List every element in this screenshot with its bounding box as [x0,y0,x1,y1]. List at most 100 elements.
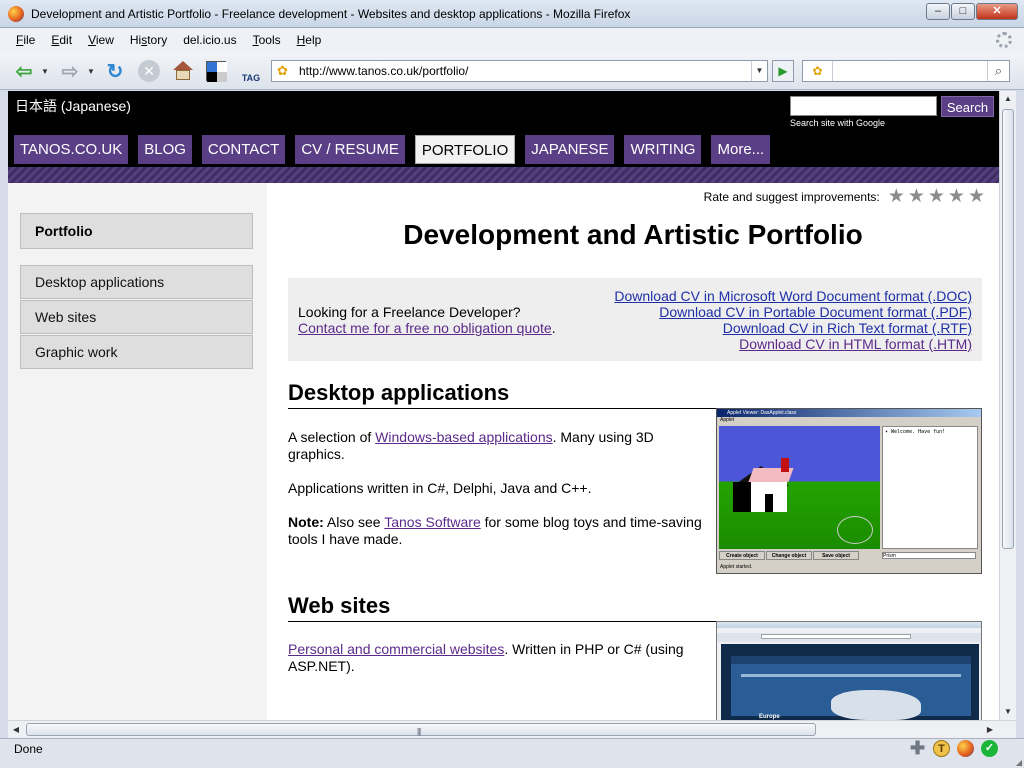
nav-tab-blog[interactable]: BLOG [138,135,192,164]
nav-tab-japanese[interactable]: JAPANESE [525,135,615,164]
scroll-down-icon[interactable]: ▼ [1000,704,1016,720]
applet-3d-scene [719,426,880,549]
vertical-scrollbar[interactable]: ▲ ▼ [999,91,1016,720]
nav-tab-writing[interactable]: WRITING [624,135,702,164]
sidebar-item-desktop-applications[interactable]: Desktop applications [20,265,253,299]
windows-applications-link[interactable]: Windows-based applications [375,429,552,445]
magnifier-icon[interactable]: ⌕ [987,61,1009,81]
websites-link[interactable]: Personal and commercial websites [288,641,504,657]
applet-screenshot[interactable]: Applet Viewer: DasApplet.class Applet ▾ … [716,408,982,574]
page-title: Development and Artistic Portfolio [403,219,863,250]
home-button[interactable] [170,58,196,84]
desktop-applications-heading: Desktop applications [288,380,716,409]
nav-tab-contact[interactable]: CONTACT [201,135,286,164]
t-icon[interactable]: T [933,740,950,757]
url-input[interactable] [299,64,739,78]
applet-save-object: Save object [813,551,859,560]
address-bar[interactable]: ✿ ▼ [271,60,768,82]
menu-view[interactable]: View [80,33,122,47]
scroll-up-icon[interactable]: ▲ [1000,91,1016,107]
close-button[interactable]: ✕ [976,3,1018,20]
maximize-button[interactable]: □ [951,3,975,20]
cta-box: Looking for a Freelance Developer? Conta… [288,278,982,361]
horizontal-scrollbar[interactable]: ◀ ||| ▶ [8,720,1016,738]
delicious-button[interactable] [204,58,228,84]
minimize-button[interactable]: – [926,3,950,20]
star-icon[interactable]: ★ [908,187,925,206]
scroll-left-icon[interactable]: ◀ [8,721,24,738]
check-icon[interactable]: ✓ [981,740,998,757]
sidebar-heading[interactable]: Portfolio [20,213,253,249]
web-shot-body: Europe [721,644,979,720]
vertical-scroll-thumb[interactable] [1002,109,1014,549]
stop-button[interactable]: ✕ [137,58,161,84]
menu-tools[interactable]: Tools [245,33,289,47]
download-cv-rtf-link[interactable]: Download CV in Rich Text format (.RTF) [723,320,972,336]
star-icon[interactable]: ★ [948,187,965,206]
applet-change-object: Change object [766,551,812,560]
browser-search-input[interactable] [837,64,985,78]
main-content: Rate and suggest improvements: ★ ★ ★ ★ ★… [267,183,999,720]
tag-icon: TAG [241,73,261,83]
nav-tab-tanos[interactable]: TANOS.CO.UK [14,135,129,164]
scroll-right-icon[interactable]: ▶ [982,721,998,738]
search-caption: Search site with Google [790,118,886,128]
forward-arrow-icon[interactable]: ⇨ [56,58,84,84]
web-sites-heading: Web sites [288,593,716,622]
menu-edit[interactable]: Edit [43,33,80,47]
sidebar-item-graphic-work[interactable]: Graphic work [20,335,253,369]
back-arrow-icon[interactable]: ⇦ [10,58,38,84]
site-header: 日本語 (Japanese) Search Search site with G… [8,91,999,167]
menu-file[interactable]: File [8,33,43,47]
download-cv-htm-link[interactable]: Download CV in HTML format (.HTM) [739,336,972,352]
delicious-icon [206,61,227,82]
desktop-p1-prefix: A selection of [288,429,376,445]
url-history-dropdown-icon[interactable]: ▼ [751,61,767,81]
firefox-status-icon[interactable] [957,740,974,757]
website-screenshot[interactable]: Europe [716,621,982,720]
applet-create-object: Create object [719,551,765,560]
menu-history[interactable]: History [122,33,175,47]
menu-delicious[interactable]: del.icio.us [175,33,244,47]
tanos-software-link[interactable]: Tanos Software [384,514,481,530]
nav-tab-portfolio[interactable]: PORTFOLIO [414,135,516,164]
header-stripe [8,167,999,183]
site-favicon-icon: ✿ [277,63,288,78]
nav-tab-more[interactable]: More... [711,135,771,164]
download-cv-doc-link[interactable]: Download CV in Microsoft Word Document f… [614,288,972,304]
resize-grip-icon[interactable]: ◢ [1016,758,1022,767]
applet-field: Prism [882,552,976,559]
applet-title-bar: Applet Viewer: DasApplet.class [717,409,981,417]
site-search-button[interactable]: Search [941,96,994,117]
applet-house [733,458,794,516]
desktop-p2: Applications written in C#, Delphi, Java… [288,480,592,496]
download-cv-pdf-link[interactable]: Download CV in Portable Document format … [659,304,972,320]
go-arrow-icon[interactable]: ▶ [772,60,794,82]
sidebar-item-web-sites[interactable]: Web sites [20,300,253,334]
rating-widget: Rate and suggest improvements: ★ ★ ★ ★ ★ [703,187,985,206]
rating-label: Rate and suggest improvements: [703,189,880,204]
star-icon[interactable]: ★ [968,187,985,206]
reload-icon[interactable]: ↻ [102,58,128,84]
web-sites-text: Personal and commercial websites. Writte… [288,641,708,692]
japanese-language-link[interactable]: 日本語 (Japanese) [15,96,131,116]
browser-search-bar[interactable]: ✿ ⌕ [802,60,1010,82]
desktop-applications-text: A selection of Windows-based application… [288,429,708,565]
tag-button[interactable]: TAG [238,58,264,84]
nav-tab-cv[interactable]: CV / RESUME [295,135,405,164]
activity-throbber-icon [996,32,1012,48]
back-history-dropdown-icon[interactable]: ▼ [40,58,50,84]
contact-quote-link[interactable]: Contact me for a free no obligation quot… [298,320,552,336]
horizontal-scroll-thumb[interactable]: ||| [26,723,816,736]
delicious-square-1 [207,62,217,72]
search-engine-icon[interactable]: ✿ [803,61,833,81]
window-title: Development and Artistic Portfolio - Fre… [31,6,631,21]
site-search-input[interactable] [790,96,937,116]
star-icon[interactable]: ★ [888,187,905,206]
forward-history-dropdown-icon[interactable]: ▼ [86,58,96,84]
plus-icon[interactable]: ✚ [909,739,926,757]
firefox-icon [8,5,24,22]
delicious-square-4 [217,72,227,82]
star-icon[interactable]: ★ [928,187,945,206]
menu-help[interactable]: Help [289,33,330,47]
